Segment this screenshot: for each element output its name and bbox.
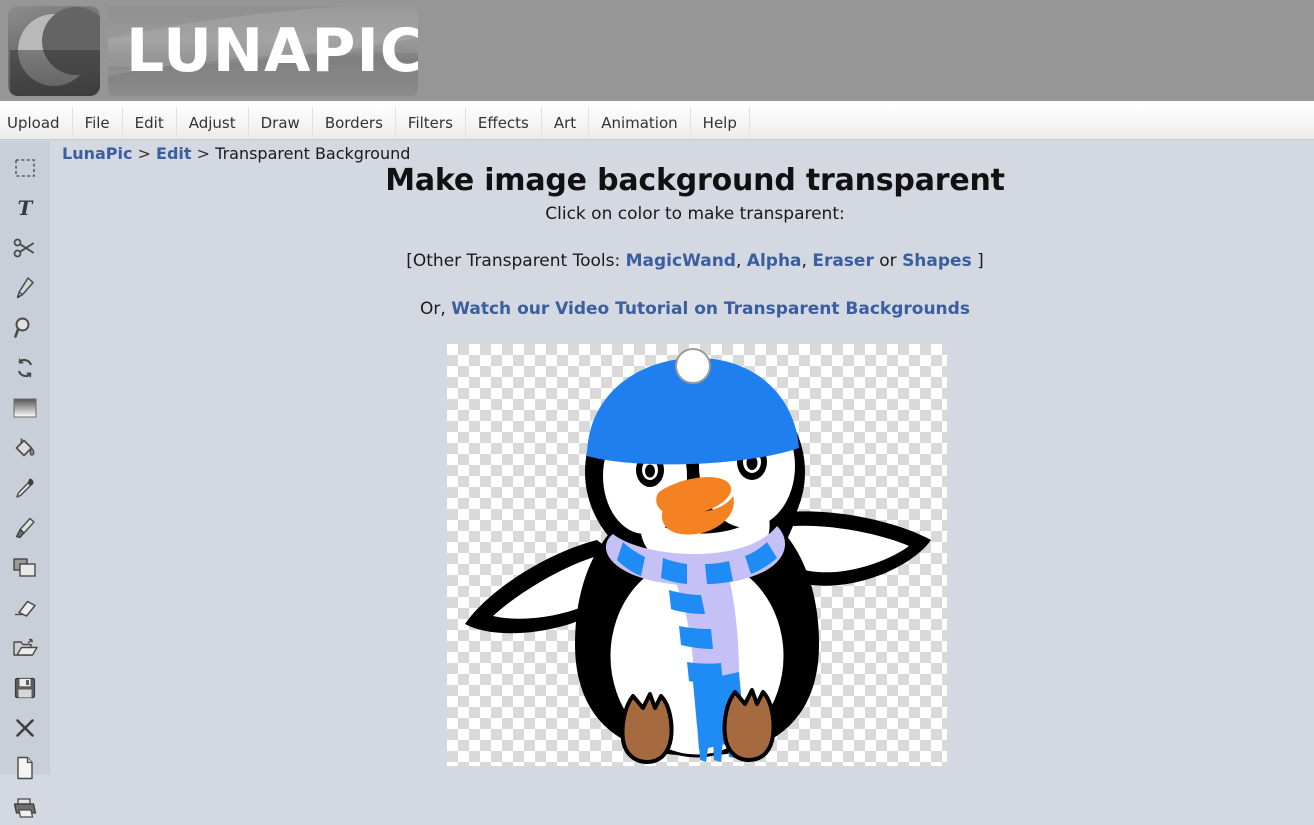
link-shapes[interactable]: Shapes: [902, 251, 972, 271]
menu-item-help[interactable]: Help: [691, 107, 750, 139]
menu-item-animation[interactable]: Animation: [589, 107, 691, 139]
other-tools-suffix: ]: [971, 251, 984, 271]
tool-scissors[interactable]: [0, 231, 50, 265]
other-tools-prefix: [Other Transparent Tools:: [406, 251, 626, 271]
lunapic-logo-tile[interactable]: [8, 6, 100, 96]
tool-close[interactable]: [0, 711, 50, 745]
tool-sidebar: T: [0, 141, 50, 818]
breadcrumb-separator-2: >: [191, 144, 216, 163]
link-magicwand[interactable]: MagicWand: [626, 251, 736, 271]
menu-item-filters[interactable]: Filters: [396, 107, 466, 139]
scissors-icon: [13, 238, 37, 258]
menu-item-effects[interactable]: Effects: [466, 107, 542, 139]
penguin-left-foot: [620, 692, 674, 764]
tool-pencil[interactable]: [0, 271, 50, 305]
page-title: Make image background transparent: [385, 163, 1005, 198]
link-alpha[interactable]: Alpha: [747, 251, 802, 271]
main-menubar: Upload File Edit Adjust Draw Borders Fil…: [0, 107, 1314, 140]
penguin-illustration[interactable]: [447, 344, 947, 766]
copy-layers-icon: [12, 557, 38, 579]
other-tools-comma-2: ,: [801, 251, 813, 271]
menu-item-adjust[interactable]: Adjust: [177, 107, 249, 139]
rotate-icon: [14, 357, 36, 379]
tool-save[interactable]: [0, 671, 50, 705]
lunapic-logo-bar[interactable]: LUNAPIC: [108, 6, 418, 96]
menu-item-art[interactable]: Art: [542, 107, 590, 139]
tool-eyedropper[interactable]: [0, 471, 50, 505]
link-video-tutorial[interactable]: Watch our Video Tutorial on Transparent …: [451, 299, 970, 319]
breadcrumb-link-edit[interactable]: Edit: [156, 144, 192, 163]
eyedropper-icon: [13, 476, 37, 500]
breadcrumb-link-lunapic[interactable]: LunaPic: [62, 144, 132, 163]
image-canvas[interactable]: [447, 344, 947, 766]
tool-copy-layers[interactable]: [0, 551, 50, 585]
tool-paint-bucket[interactable]: [0, 431, 50, 465]
penguin-hat-pompom: [675, 348, 711, 384]
link-eraser[interactable]: Eraser: [812, 251, 874, 271]
logo-tile-shade: [10, 50, 100, 96]
menu-item-draw[interactable]: Draw: [249, 107, 313, 139]
main-content: LunaPic > Edit > Transparent Background …: [50, 141, 1314, 775]
svg-text:T: T: [18, 197, 35, 219]
tool-paintbrush[interactable]: [0, 511, 50, 545]
tool-open-file[interactable]: [0, 631, 50, 665]
printer-icon: [12, 797, 38, 819]
penguin-right-foot: [722, 688, 776, 762]
tool-new-document[interactable]: [0, 751, 50, 785]
text-icon: T: [14, 197, 36, 219]
paintbrush-icon: [13, 516, 37, 540]
breadcrumb-current: Transparent Background: [215, 144, 411, 163]
tool-print[interactable]: [0, 791, 50, 825]
save-floppy-icon: [14, 677, 36, 699]
new-document-icon: [15, 756, 35, 780]
tool-eraser[interactable]: [0, 591, 50, 625]
menu-item-file[interactable]: File: [73, 107, 123, 139]
lunapic-wordmark: LUNAPIC: [126, 16, 418, 86]
pencil-icon: [14, 276, 36, 300]
other-tools-comma-1: ,: [735, 251, 747, 271]
menu-item-upload[interactable]: Upload: [0, 107, 73, 139]
menu-item-edit[interactable]: Edit: [123, 107, 177, 139]
menu-item-borders[interactable]: Borders: [313, 107, 396, 139]
tool-marquee-select[interactable]: [0, 151, 50, 185]
video-tutorial-line: Or, Watch our Video Tutorial on Transpar…: [50, 299, 1314, 319]
other-tools-or: or: [873, 251, 903, 271]
magnifier-icon: [13, 316, 37, 340]
paint-bucket-icon: [13, 436, 37, 460]
other-tools-line: [Other Transparent Tools: MagicWand, Alp…: [50, 251, 1314, 271]
tool-gradient[interactable]: [0, 391, 50, 425]
close-x-icon: [14, 717, 36, 739]
site-header: LUNAPIC: [0, 0, 1314, 101]
breadcrumb: LunaPic > Edit > Transparent Background: [62, 144, 410, 163]
tool-zoom[interactable]: [0, 311, 50, 345]
eraser-icon: [12, 598, 38, 618]
tool-rotate[interactable]: [0, 351, 50, 385]
penguin-left-pupil: [645, 464, 655, 478]
gradient-icon: [12, 397, 38, 419]
tool-text[interactable]: T: [0, 191, 50, 225]
video-line-prefix: Or,: [420, 299, 452, 319]
marquee-select-icon: [14, 158, 36, 178]
page-subtitle: Click on color to make transparent:: [545, 204, 845, 224]
breadcrumb-separator-1: >: [132, 144, 157, 163]
open-folder-icon: [12, 637, 38, 659]
